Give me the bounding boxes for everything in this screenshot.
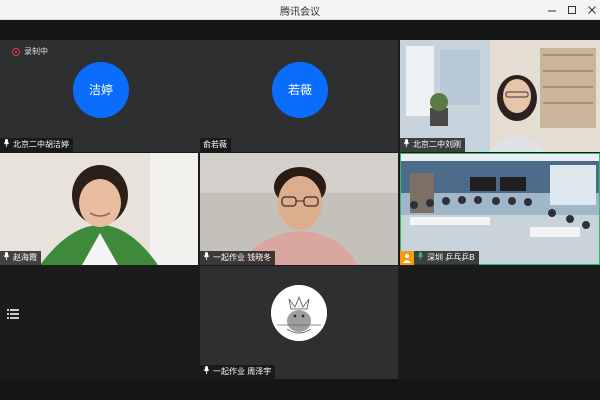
minimize-icon[interactable] bbox=[544, 2, 560, 18]
participant-video bbox=[200, 153, 398, 265]
participant-name-bar: 俞若薇 bbox=[200, 138, 231, 152]
mic-icon bbox=[3, 138, 10, 152]
record-icon bbox=[12, 47, 20, 56]
mic-icon bbox=[203, 365, 210, 379]
mic-icon bbox=[203, 251, 210, 265]
participant-video bbox=[400, 153, 600, 265]
avatar-initials: 若薇 bbox=[287, 83, 312, 97]
close-icon[interactable] bbox=[584, 2, 600, 18]
participant-name-bar: 深圳 乒乓乒B bbox=[400, 251, 479, 265]
list-icon[interactable] bbox=[7, 306, 19, 319]
mic-active-icon bbox=[417, 251, 424, 265]
participant-name-bar: 一起作业 钱晓冬 bbox=[200, 251, 276, 265]
participant-name-bar: 北京二中刘刚 bbox=[400, 138, 465, 152]
participant-name-bar: 北京二中胡洁婷 bbox=[0, 138, 73, 152]
title-bar: 腾讯会议 bbox=[0, 0, 600, 20]
participant-name: 北京二中刘刚 bbox=[413, 140, 461, 150]
mic-icon bbox=[3, 251, 10, 265]
avatar-row-tile bbox=[0, 40, 398, 152]
recording-label: 录制中 bbox=[24, 47, 48, 56]
participant-video bbox=[0, 153, 198, 265]
participant-name: 一起作业 钱晓冬 bbox=[213, 253, 272, 263]
participant-avatar[interactable]: 洁婷 bbox=[73, 62, 129, 118]
avatar-initials: 洁婷 bbox=[88, 83, 113, 97]
bottom-strip bbox=[0, 379, 600, 400]
participant-name: 赵海霞 bbox=[13, 253, 37, 263]
host-icon bbox=[400, 251, 414, 265]
participant-avatar[interactable]: 若薇 bbox=[272, 62, 328, 118]
empty-tile bbox=[0, 266, 198, 379]
participant-name: 北京二中胡洁婷 bbox=[13, 140, 69, 150]
participant-name: 俞若薇 bbox=[203, 140, 227, 149]
participant-video-tile[interactable]: 赵海霞 bbox=[0, 153, 198, 265]
participant-name-bar: 赵海霞 bbox=[0, 251, 41, 265]
meeting-window: 腾讯会议 录制中 洁婷 北京二中胡洁婷 若薇 俞若薇 北京二中刘刚 赵海霞 一起… bbox=[0, 0, 600, 400]
recording-indicator: 录制中 bbox=[12, 47, 48, 57]
cat-avatar-icon bbox=[271, 285, 327, 341]
participant-avatar-tile[interactable]: 一起作业 周泽宇 bbox=[200, 266, 398, 379]
participant-video-tile[interactable]: 北京二中刘刚 bbox=[400, 40, 600, 152]
top-strip bbox=[0, 20, 600, 40]
participant-video-tile[interactable]: 一起作业 钱晓冬 bbox=[200, 153, 398, 265]
participant-name: 深圳 乒乓乒B bbox=[427, 253, 475, 263]
participant-video bbox=[400, 40, 600, 152]
participant-name-bar: 一起作业 周泽宇 bbox=[200, 365, 276, 379]
empty-tile bbox=[400, 266, 600, 379]
maximize-icon[interactable] bbox=[564, 2, 580, 18]
mic-icon bbox=[403, 138, 410, 152]
participant-video-tile[interactable]: 深圳 乒乓乒B bbox=[400, 153, 600, 265]
participant-name: 一起作业 周泽宇 bbox=[213, 367, 272, 377]
window-title: 腾讯会议 bbox=[280, 7, 320, 18]
